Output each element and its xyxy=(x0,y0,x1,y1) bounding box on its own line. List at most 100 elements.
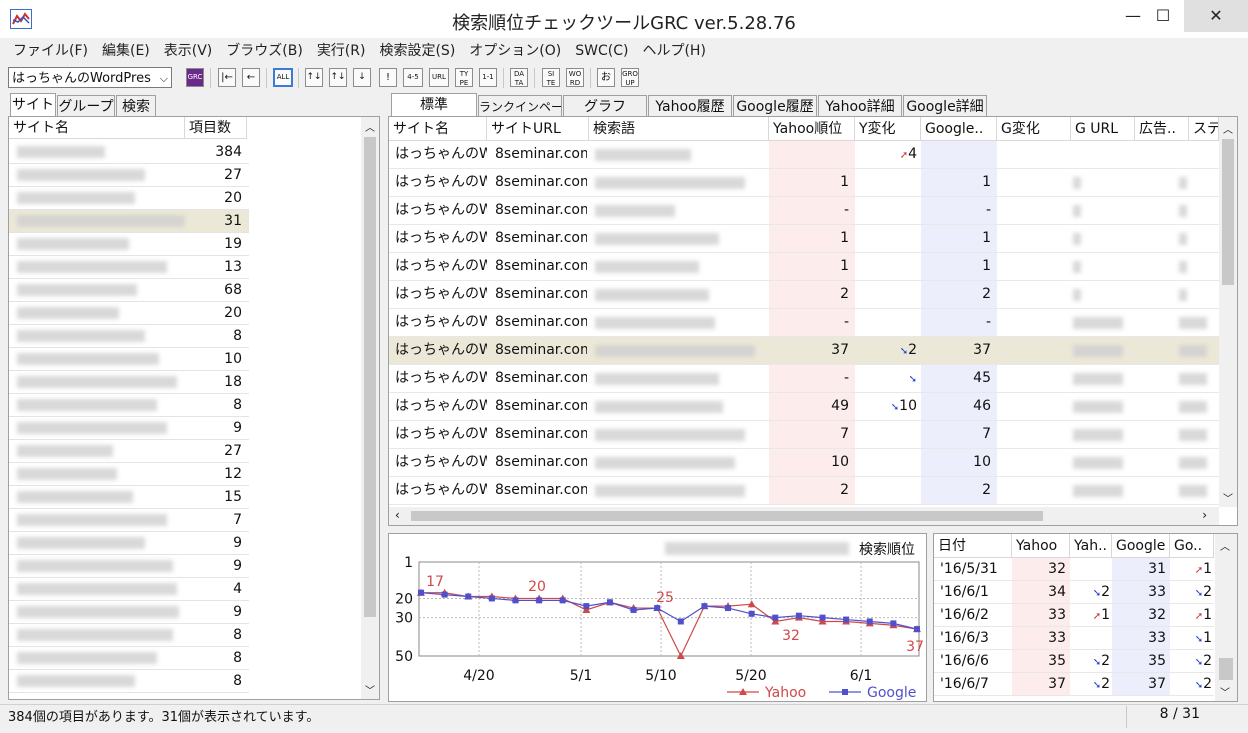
scroll-down-icon[interactable]: ﹀ xyxy=(1220,684,1230,699)
keyword-row[interactable]: はっちゃんのWo 8seminar.com - - xyxy=(389,309,1219,337)
recommend-button[interactable]: お xyxy=(597,68,615,87)
grc-button[interactable]: GRC xyxy=(186,68,204,87)
tab-yahoo-history[interactable]: Yahoo履歴 xyxy=(648,95,732,117)
menu-swc[interactable]: SWC(C) xyxy=(568,38,635,64)
column-keyword[interactable]: 検索語 xyxy=(589,117,769,141)
word-button[interactable]: WO RD xyxy=(566,68,584,87)
left-scrollbar[interactable]: ︿ ﹀ xyxy=(361,117,379,699)
range-button[interactable]: 4-5 xyxy=(403,68,423,87)
menu-options[interactable]: オプション(O) xyxy=(462,38,568,64)
menu-browse[interactable]: ブラウズ(B) xyxy=(219,38,310,64)
site-row[interactable]: 9 xyxy=(9,417,249,440)
scroll-down-icon[interactable]: ﹀ xyxy=(365,682,375,697)
column-y-change[interactable]: Y変化 xyxy=(855,117,921,141)
menu-search-settings[interactable]: 検索設定(S) xyxy=(372,38,462,64)
scroll-left-icon[interactable]: ‹ xyxy=(395,508,400,522)
tab-group[interactable]: グループ xyxy=(57,95,115,117)
scroll-up-icon[interactable]: ︿ xyxy=(1220,538,1230,553)
alert-button[interactable]: ! xyxy=(379,68,397,87)
scroll-down-icon[interactable]: ﹀ xyxy=(1223,490,1233,505)
site-row[interactable]: 15 xyxy=(9,486,249,509)
column-status[interactable]: ステ xyxy=(1189,117,1219,141)
site-select[interactable]: はっちゃんのWordPres ⌵ xyxy=(8,67,172,88)
scroll-up-icon[interactable]: ︿ xyxy=(1223,121,1233,136)
all-button[interactable]: ALL xyxy=(273,68,293,87)
site-row[interactable]: 13 xyxy=(9,256,249,279)
tab-google-detail[interactable]: Google詳細 xyxy=(903,95,987,117)
site-row[interactable]: 8 xyxy=(9,647,249,670)
site-button[interactable]: SI TE xyxy=(542,68,560,87)
type-button[interactable]: TY PE xyxy=(455,68,473,87)
site-row[interactable]: 9 xyxy=(9,532,249,555)
keyword-row[interactable]: はっちゃんのWo 8seminar.com - - xyxy=(389,197,1219,225)
column-google-change[interactable]: Go.. xyxy=(1170,534,1214,558)
right-scrollbar[interactable]: ︿ ﹀ xyxy=(1219,117,1237,507)
keyword-row[interactable]: はっちゃんのWo 8seminar.com - ➘ 45 xyxy=(389,365,1219,393)
site-row[interactable]: 19 xyxy=(9,233,249,256)
site-row[interactable]: 9 xyxy=(9,601,249,624)
site-list[interactable]: サイト名 項目数 384 27 20 31 19 13 68 20 8 10 18 8 9 27 12 15 7… xyxy=(8,116,380,700)
column-site-name[interactable]: サイト名 xyxy=(389,117,487,141)
column-item-count[interactable]: 項目数 xyxy=(185,117,247,139)
prev-button[interactable]: ← xyxy=(242,68,260,87)
site-row[interactable]: 7 xyxy=(9,509,249,532)
site-row[interactable]: 4 xyxy=(9,578,249,601)
keyword-row[interactable]: はっちゃんのWo 8seminar.com 1 1 xyxy=(389,253,1219,281)
site-row[interactable]: 8 xyxy=(9,670,249,693)
tab-search[interactable]: 検索 xyxy=(116,95,156,117)
sort-down-button[interactable]: ↓ xyxy=(353,68,371,87)
column-ads[interactable]: 広告.. xyxy=(1135,117,1189,141)
url-button[interactable]: URL xyxy=(429,68,449,87)
column-g-change[interactable]: G変化 xyxy=(997,117,1071,141)
column-yahoo-rank[interactable]: Yahoo順位 xyxy=(769,117,855,141)
history-row[interactable]: '16/5/31 32 31 ➚1 xyxy=(934,558,1214,581)
close-button[interactable]: ✕ xyxy=(1184,0,1248,32)
tab-rankin-page[interactable]: ランクインページ xyxy=(478,95,562,117)
column-g-url[interactable]: G URL xyxy=(1071,117,1135,141)
tab-site[interactable]: サイト xyxy=(10,93,56,117)
site-row[interactable]: 384 xyxy=(9,141,249,164)
maximize-button[interactable]: ☐ xyxy=(1140,0,1186,32)
left-scrollbar-thumb[interactable] xyxy=(364,137,376,617)
site-row[interactable]: 9 xyxy=(9,555,249,578)
history-row[interactable]: '16/6/6 35 ➘2 35 ➘2 xyxy=(934,650,1214,673)
sort-up-button[interactable]: ↑↓ xyxy=(305,68,323,87)
site-row[interactable]: 10 xyxy=(9,348,249,371)
menu-run[interactable]: 実行(R) xyxy=(310,38,373,64)
menu-file[interactable]: ファイル(F) xyxy=(6,38,95,64)
site-row[interactable]: 31 xyxy=(9,210,249,233)
keyword-row[interactable]: はっちゃんのWo 8seminar.com ➚4 xyxy=(389,141,1219,169)
site-row[interactable]: 12 xyxy=(9,463,249,486)
tab-graph[interactable]: グラフ xyxy=(563,95,647,117)
sort-toggle-button[interactable]: ↑↓ xyxy=(329,68,347,87)
keyword-row[interactable]: はっちゃんのWo 8seminar.com 1 1 xyxy=(389,225,1219,253)
tab-yahoo-detail[interactable]: Yahoo詳細 xyxy=(818,95,902,117)
keyword-row[interactable]: はっちゃんのWo 8seminar.com 10 10 xyxy=(389,449,1219,477)
site-row[interactable]: 20 xyxy=(9,302,249,325)
site-row[interactable]: 8 xyxy=(9,624,249,647)
column-yahoo[interactable]: Yahoo xyxy=(1012,534,1070,558)
site-row[interactable]: 68 xyxy=(9,279,249,302)
keyword-row[interactable]: はっちゃんのWo 8seminar.com 2 2 xyxy=(389,477,1219,505)
right-hscrollbar-thumb[interactable] xyxy=(411,511,1043,521)
keyword-row[interactable]: はっちゃんのWo 8seminar.com 2 2 xyxy=(389,281,1219,309)
first-button[interactable]: |← xyxy=(218,68,236,87)
history-row[interactable]: '16/6/3 33 33 ➘1 xyxy=(934,627,1214,650)
keyword-grid[interactable]: サイト名 サイトURL 検索語 Yahoo順位 Y変化 Google.. G変化… xyxy=(388,116,1238,526)
site-row[interactable]: 8 xyxy=(9,394,249,417)
scroll-up-icon[interactable]: ︿ xyxy=(365,119,375,134)
column-date[interactable]: 日付 xyxy=(934,534,1012,558)
site-row[interactable]: 27 xyxy=(9,164,249,187)
keyword-row[interactable]: はっちゃんのWo8seminar.com49➘1046 xyxy=(389,393,1219,421)
keyword-row[interactable]: はっちゃんのWo 8seminar.com 37 ➘2 37 xyxy=(389,337,1219,365)
history-grid[interactable]: 日付 Yahoo Yah.. Google Go.. '16/5/31 32 31 ➚… xyxy=(933,533,1238,702)
column-site-url[interactable]: サイトURL xyxy=(487,117,589,141)
history-row[interactable]: '16/6/7 37 ➘2 37 ➘2 xyxy=(934,673,1214,696)
keyword-row[interactable]: はっちゃんのWo 8seminar.com 7 7 xyxy=(389,421,1219,449)
history-row[interactable]: '16/6/2 33 ➚1 32 ➚1 xyxy=(934,604,1214,627)
data-button[interactable]: DA TA xyxy=(510,68,528,87)
menu-view[interactable]: 表示(V) xyxy=(157,38,220,64)
history-scrollbar-thumb[interactable] xyxy=(1219,658,1233,680)
site-row[interactable]: 8 xyxy=(9,325,249,348)
one-to-one-button[interactable]: 1-1 xyxy=(479,68,497,87)
